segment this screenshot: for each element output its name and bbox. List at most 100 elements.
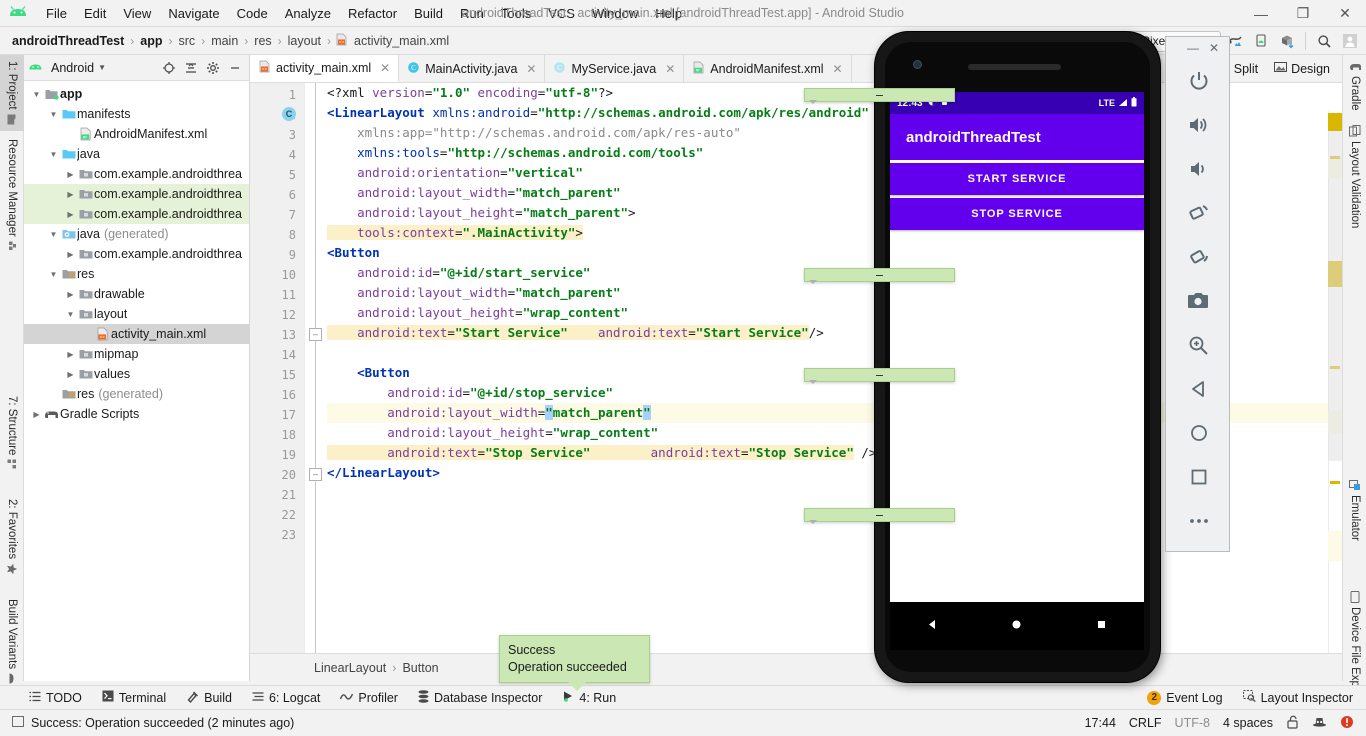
- code-fold-marker[interactable]: –: [309, 328, 322, 341]
- encoding-indicator[interactable]: UTF-8: [1175, 716, 1210, 730]
- tree-item-androidmanifest-xml[interactable]: MF AndroidManifest.xml: [24, 124, 249, 144]
- menu-window[interactable]: Window: [584, 3, 646, 24]
- line-separator-indicator[interactable]: CRLF: [1129, 716, 1162, 730]
- class-gutter-icon[interactable]: C: [282, 107, 296, 121]
- chevron-right-icon[interactable]: ▶: [64, 370, 77, 379]
- chevron-down-icon[interactable]: ▼: [98, 63, 106, 72]
- user-profile-icon[interactable]: [1338, 29, 1362, 53]
- sdk-manager-icon[interactable]: [1275, 29, 1299, 53]
- tree-item-com-example-androidthrea[interactable]: ▶ com.example.androidthrea: [24, 204, 249, 224]
- volume-up-icon[interactable]: [1166, 103, 1231, 147]
- tool-button-logcat[interactable]: 6: Logcat: [249, 689, 323, 707]
- breadcrumb-res[interactable]: res: [252, 34, 273, 48]
- chevron-right-icon[interactable]: ▶: [30, 410, 43, 419]
- chevron-right-icon[interactable]: ▶: [64, 190, 77, 199]
- tool-button-database-inspector[interactable]: Database Inspector: [415, 688, 545, 708]
- hide-panel-icon[interactable]: [224, 57, 245, 78]
- indent-indicator[interactable]: 4 spaces: [1223, 716, 1273, 730]
- close-icon[interactable]: ✕: [380, 61, 390, 75]
- tree-item-com-example-androidthrea[interactable]: ▶ com.example.androidthrea: [24, 244, 249, 264]
- sidebar-item-gradle[interactable]: Gradle: [1343, 55, 1366, 117]
- power-icon[interactable]: [1166, 59, 1231, 103]
- zoom-icon[interactable]: [1166, 323, 1231, 367]
- tab-android-manifest-xml[interactable]: MF AndroidManifest.xml ✕: [684, 55, 852, 82]
- tab-activity-main-xml[interactable]: <> activity_main.xml ✕: [250, 55, 400, 82]
- inspector-hat-icon[interactable]: [1312, 715, 1327, 732]
- tree-item-res[interactable]: res (generated): [24, 384, 249, 404]
- sidebar-item-project[interactable]: 1: Project: [0, 55, 24, 131]
- chevron-down-icon[interactable]: ▼: [47, 110, 60, 119]
- tree-item-values[interactable]: ▶ values: [24, 364, 249, 384]
- locate-file-icon[interactable]: [158, 57, 179, 78]
- tree-item-res[interactable]: ▼ res: [24, 264, 249, 284]
- editor-scrollbar[interactable]: [1328, 111, 1342, 653]
- chevron-down-icon[interactable]: ▼: [47, 230, 60, 239]
- tree-item-com-example-androidthrea[interactable]: ▶ com.example.androidthrea: [24, 164, 249, 184]
- tool-button-event-log[interactable]: 2 Event Log: [1144, 689, 1225, 707]
- error-icon[interactable]: [1340, 715, 1354, 732]
- overview-icon[interactable]: [1166, 455, 1231, 499]
- code-fold-marker[interactable]: –: [804, 268, 955, 284]
- sidebar-item-build-variants[interactable]: Build Variants: [0, 593, 24, 690]
- menu-vcs[interactable]: VCS: [540, 3, 583, 24]
- back-icon[interactable]: [1166, 367, 1231, 411]
- minimize-button[interactable]: —: [1240, 0, 1282, 27]
- breadcrumb-app[interactable]: app: [138, 34, 164, 48]
- menu-edit[interactable]: Edit: [76, 3, 114, 24]
- chevron-right-icon[interactable]: ▶: [64, 250, 77, 259]
- breadcrumb-src[interactable]: src: [177, 34, 198, 48]
- code-fold-marker[interactable]: –: [309, 468, 322, 481]
- chevron-down-icon[interactable]: ▼: [47, 150, 60, 159]
- tab-my-service-java[interactable]: C MyService.java ✕: [545, 55, 685, 82]
- menu-analyze[interactable]: Analyze: [277, 3, 339, 24]
- tab-main-activity-java[interactable]: C MainActivity.java ✕: [399, 55, 546, 82]
- tree-item-gradle-scripts[interactable]: ▶ Gradle Scripts: [24, 404, 249, 424]
- close-icon[interactable]: ✕: [833, 62, 843, 76]
- tree-item-manifests[interactable]: ▼ manifests: [24, 104, 249, 124]
- sidebar-item-structure[interactable]: 7: Structure: [0, 390, 24, 476]
- avd-manager-icon[interactable]: [1249, 29, 1273, 53]
- design-view-button[interactable]: Design: [1270, 59, 1334, 78]
- tree-item-java[interactable]: ▼ java: [24, 144, 249, 164]
- collapse-all-icon[interactable]: [180, 57, 201, 78]
- tree-item-mipmap[interactable]: ▶ mipmap: [24, 344, 249, 364]
- menu-file[interactable]: File: [38, 3, 75, 24]
- breadcrumb-project[interactable]: androidThreadTest: [10, 34, 126, 48]
- tool-button-profiler[interactable]: Profiler: [337, 689, 401, 707]
- lock-icon[interactable]: [1286, 715, 1299, 732]
- tree-item-app[interactable]: ▼ app: [24, 84, 249, 104]
- close-button[interactable]: ✕: [1324, 0, 1366, 27]
- tool-button-terminal[interactable]: Terminal: [99, 688, 169, 707]
- more-icon[interactable]: [1166, 499, 1231, 543]
- run-configuration-selector[interactable]: app ▼: [1052, 30, 1117, 52]
- tree-item-layout[interactable]: ▼ layout: [24, 304, 249, 324]
- build-hammer-icon[interactable]: [1026, 29, 1050, 53]
- sidebar-item-resource-manager[interactable]: Resource Manager: [0, 133, 24, 258]
- tool-button-build[interactable]: Build: [183, 688, 235, 708]
- breadcrumb-layout[interactable]: layout: [286, 34, 323, 48]
- breadcrumb-linearlayout[interactable]: LinearLayout: [314, 661, 386, 675]
- close-icon[interactable]: ✕: [665, 62, 675, 76]
- breadcrumb-button[interactable]: Button: [402, 661, 438, 675]
- gear-icon[interactable]: [202, 57, 223, 78]
- tool-button-todo[interactable]: TODO: [26, 689, 85, 707]
- chevron-right-icon[interactable]: ▶: [64, 350, 77, 359]
- home-icon[interactable]: [1166, 411, 1231, 455]
- chevron-down-icon[interactable]: ▼: [30, 90, 43, 99]
- menu-refactor[interactable]: Refactor: [340, 3, 405, 24]
- screenshot-icon[interactable]: [1166, 279, 1231, 323]
- chevron-down-icon[interactable]: ▼: [47, 270, 60, 279]
- rotate-left-icon[interactable]: [1166, 191, 1231, 235]
- volume-down-icon[interactable]: [1166, 147, 1231, 191]
- menu-view[interactable]: View: [115, 3, 159, 24]
- close-icon[interactable]: ✕: [526, 62, 536, 76]
- chevron-down-icon[interactable]: ▼: [64, 310, 77, 319]
- code-fold-marker[interactable]: –: [804, 368, 955, 384]
- emulator-close-button[interactable]: ✕: [1205, 41, 1223, 55]
- sidebar-item-favorites[interactable]: 2: Favorites: [0, 493, 24, 581]
- chevron-right-icon[interactable]: ▶: [64, 210, 77, 219]
- breadcrumb-main[interactable]: main: [209, 34, 240, 48]
- chevron-right-icon[interactable]: ▶: [64, 290, 77, 299]
- rotate-right-icon[interactable]: [1166, 235, 1231, 279]
- code-fold-marker[interactable]: –: [804, 88, 955, 104]
